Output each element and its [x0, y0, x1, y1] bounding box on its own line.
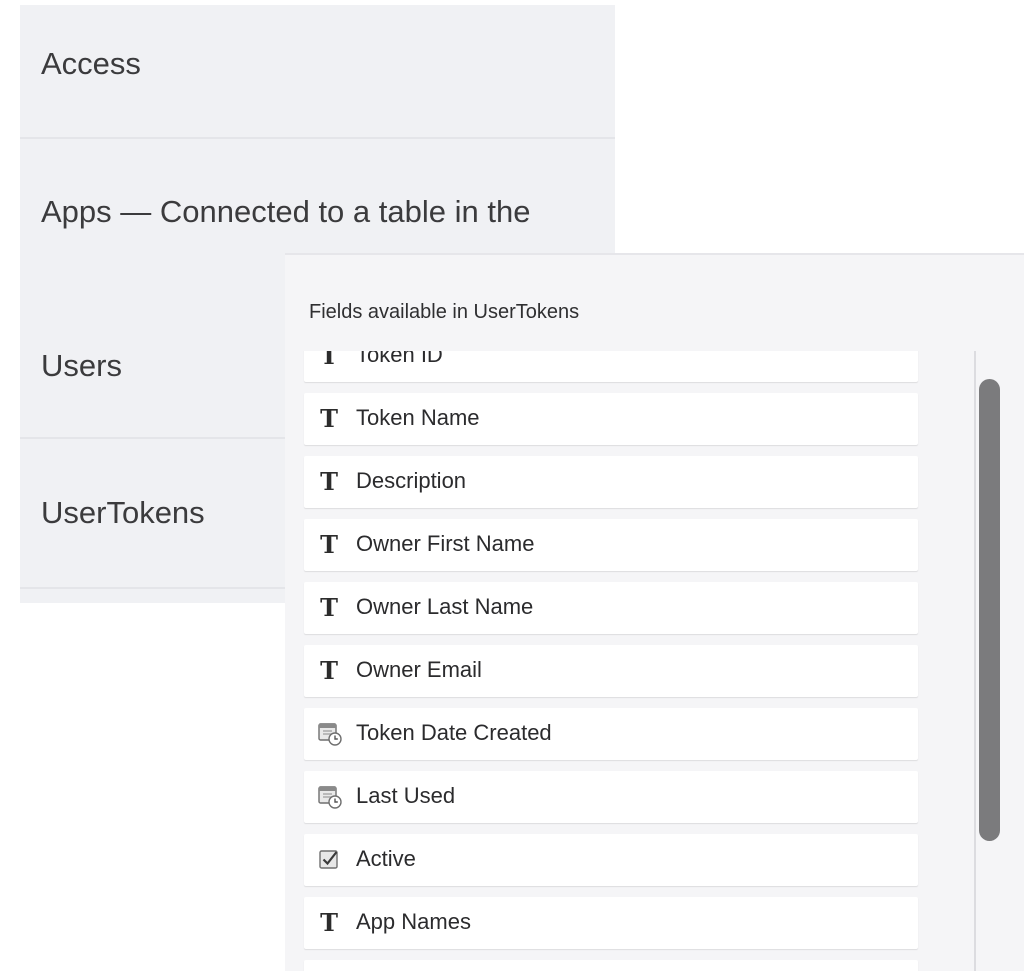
- field-label: Last Used: [356, 783, 456, 808]
- field-label: Description: [356, 468, 467, 493]
- field-item[interactable]: T Token Name: [304, 393, 918, 445]
- field-item[interactable]: Last Used: [304, 771, 918, 823]
- scrollbar-track[interactable]: [974, 351, 976, 971]
- field-label: Active: [356, 846, 416, 871]
- field-item[interactable]: T Owner First Name: [304, 519, 918, 571]
- field-item[interactable]: T Description: [304, 456, 918, 508]
- table-item-label: Users: [41, 348, 122, 383]
- calendar-clock-icon: [318, 785, 342, 809]
- field-label: Token ID: [356, 351, 443, 367]
- field-item[interactable]: Token Date Created: [304, 708, 918, 760]
- field-label: Token Name: [356, 405, 480, 430]
- field-item[interactable]: T Owner Last Name: [304, 582, 918, 634]
- field-label: Token Date Created: [356, 720, 552, 745]
- text-type-icon: T: [320, 404, 338, 433]
- checkbox-icon: [318, 848, 340, 872]
- field-item[interactable]: T App Names: [304, 897, 918, 949]
- fields-panel: Fields available in UserTokens T Token ID…: [285, 253, 1024, 971]
- text-type-icon: T: [320, 467, 338, 496]
- field-item[interactable]: T Owner Email: [304, 645, 918, 697]
- field-item[interactable]: T Token ID: [304, 351, 918, 382]
- table-item-label: UserTokens: [41, 495, 205, 530]
- table-item-label: Apps — Connected to a table in the: [41, 194, 531, 229]
- field-list: T Token ID T Token Name T Description T Owner F…: [285, 351, 1024, 971]
- field-item[interactable]: Active: [304, 834, 918, 886]
- text-type-icon: T: [320, 530, 338, 559]
- text-type-icon: T: [320, 593, 338, 622]
- field-label: Owner First Name: [356, 531, 535, 556]
- scrollbar-thumb[interactable]: [979, 379, 1000, 841]
- field-item[interactable]: [304, 960, 918, 971]
- text-type-icon: T: [320, 351, 338, 370]
- fields-panel-title: Fields available in UserTokens: [309, 301, 580, 323]
- field-label: App Names: [356, 909, 471, 934]
- table-item-label: Access: [41, 46, 141, 81]
- text-type-icon: T: [320, 908, 338, 937]
- field-label: Owner Last Name: [356, 594, 534, 619]
- table-item-access[interactable]: Access: [20, 5, 615, 139]
- text-type-icon: T: [320, 656, 338, 685]
- field-label: Owner Email: [356, 657, 482, 682]
- calendar-clock-icon: [318, 722, 342, 746]
